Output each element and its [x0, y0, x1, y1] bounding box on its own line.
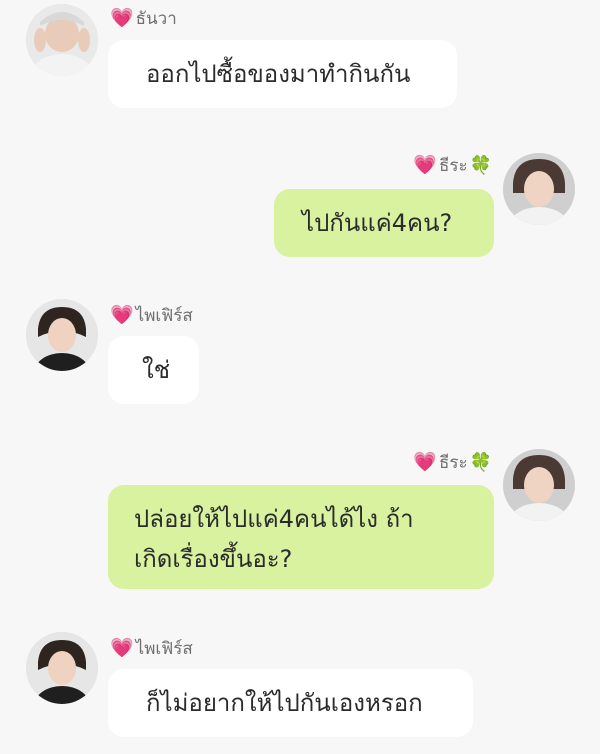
clover-icon: 🍀: [469, 154, 492, 176]
avatar[interactable]: [26, 632, 98, 704]
message-bubble[interactable]: ไปกันแค่4คน?: [274, 189, 494, 257]
sender-name: 💗 ไพเฟิร์ส: [110, 637, 193, 660]
avatar[interactable]: [26, 299, 98, 371]
message-bubble[interactable]: ออกไปซื้อของมาทำกินกัน: [108, 40, 457, 108]
avatar[interactable]: [503, 153, 575, 225]
heart-icon: 💗: [413, 451, 437, 473]
sender-name: 💗 ไพเฟิร์ส: [110, 304, 193, 327]
sender-name: 💗 ธีระ 🍀: [413, 154, 492, 177]
message-text-line: ปล่อยให้ไปแค่4คนได้ไง ถ้า: [134, 505, 414, 533]
avatar[interactable]: [503, 449, 575, 521]
message-text: ออกไปซื้อของมาทำกินกัน: [146, 60, 411, 88]
clover-icon: 🍀: [469, 451, 492, 473]
message-text-line: เกิดเรื่องขึ้นอะ?: [134, 545, 293, 573]
message-bubble[interactable]: ปล่อยให้ไปแค่4คนได้ไง ถ้า เกิดเรื่องขึ้น…: [108, 485, 494, 589]
chat-thread: 💗 ธันวา ออกไปซื้อของมาทำกินกัน 💗 ธีระ 🍀 …: [0, 0, 600, 754]
message-text: ก็ไม่อยากให้ไปกันเองหรอก: [146, 689, 423, 717]
message-text: ไปกันแค่4คน?: [302, 209, 453, 237]
heart-icon: 💗: [413, 154, 437, 176]
message-bubble[interactable]: ก็ไม่อยากให้ไปกันเองหรอก: [108, 669, 473, 737]
sender-name: 💗 ธีระ 🍀: [413, 451, 492, 474]
sender-name: 💗 ธันวา: [110, 7, 177, 30]
heart-icon: 💗: [110, 304, 134, 326]
avatar[interactable]: [26, 4, 98, 76]
message-bubble[interactable]: ใช่: [108, 336, 199, 404]
heart-icon: 💗: [110, 637, 134, 659]
heart-icon: 💗: [110, 7, 134, 29]
message-text: ใช่: [142, 356, 171, 384]
